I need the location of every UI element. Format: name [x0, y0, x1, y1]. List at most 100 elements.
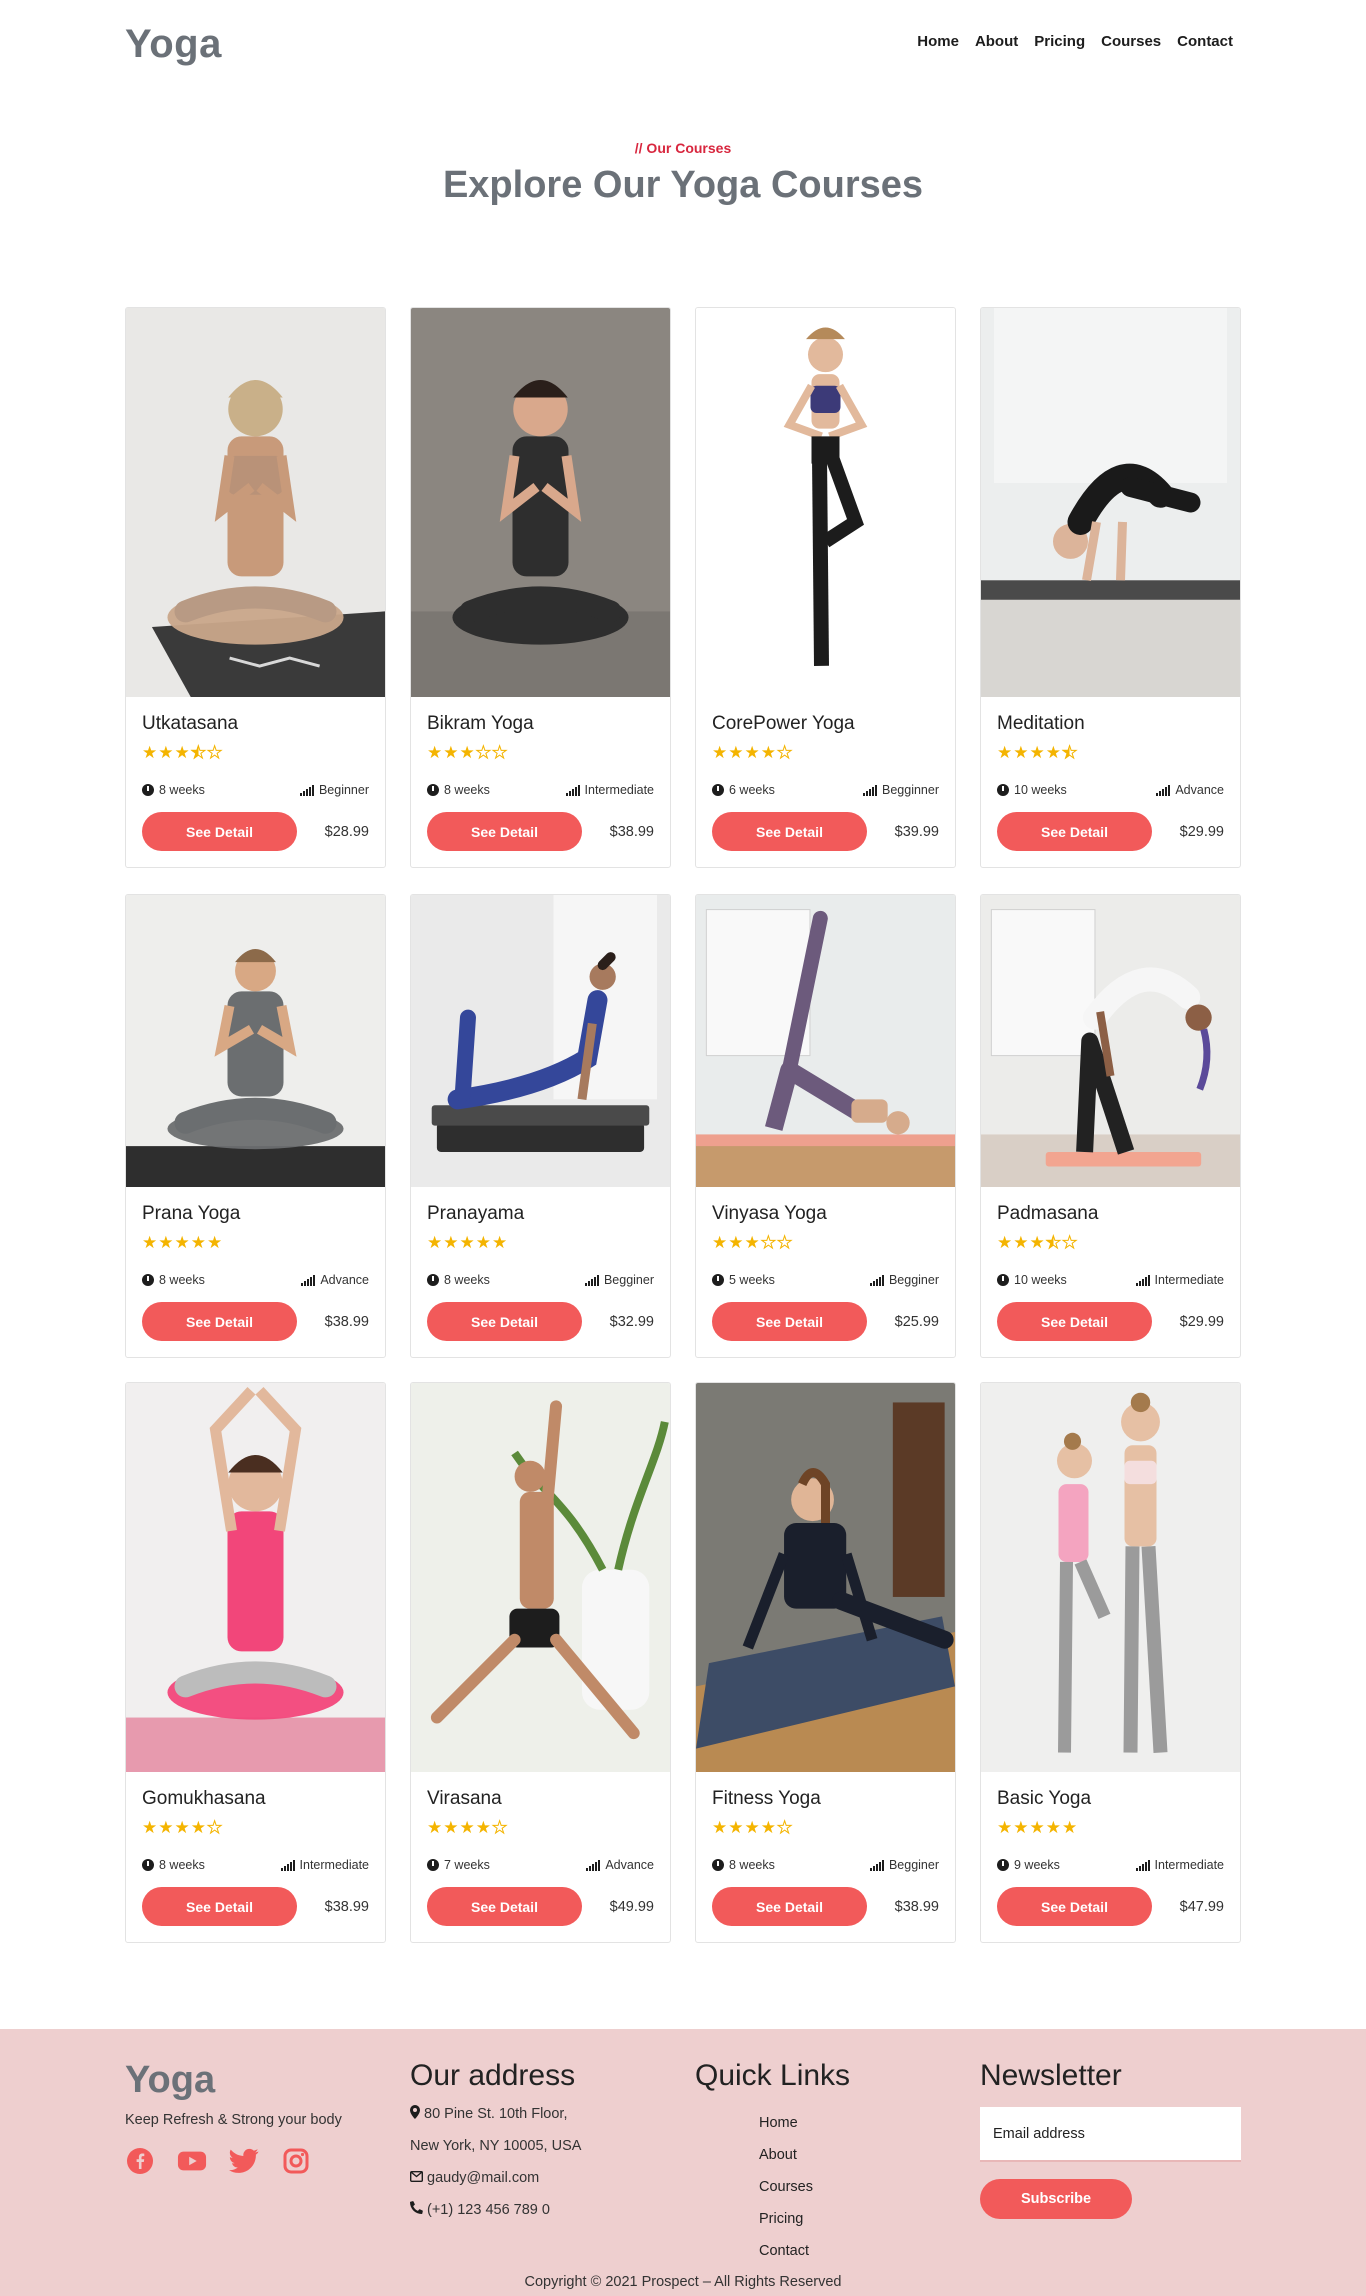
course-image[interactable]: [696, 1383, 955, 1772]
course-meta: 10 weeks Intermediate: [997, 1272, 1224, 1288]
course-level-text: Intermediate: [1154, 1273, 1224, 1287]
quick-link-home[interactable]: Home: [759, 2107, 850, 2139]
course-name[interactable]: Utkatasana: [142, 713, 369, 737]
course-image[interactable]: [126, 308, 385, 697]
course-name[interactable]: Prana Yoga: [142, 1203, 369, 1227]
course-image[interactable]: [411, 895, 670, 1187]
facebook-icon[interactable]: [125, 2146, 155, 2176]
quick-link-contact[interactable]: Contact: [759, 2235, 850, 2267]
course-duration: 10 weeks: [997, 1273, 1067, 1287]
footer-phone: (+1) 123 456 789 0: [409, 2198, 581, 2221]
course-meta: 7 weeks Advance: [427, 1857, 654, 1873]
star-full-icon: ★: [475, 1233, 491, 1252]
see-detail-button[interactable]: See Detail: [142, 1887, 297, 1926]
course-purchase-row: See Detail $49.99: [427, 1887, 654, 1926]
nav-link-home[interactable]: Home: [917, 33, 959, 50]
subscribe-button[interactable]: Subscribe: [980, 2179, 1132, 2219]
course-duration: 8 weeks: [142, 1858, 205, 1872]
course-name[interactable]: Padmasana: [997, 1203, 1224, 1227]
clock-icon: [712, 1859, 724, 1871]
course-image[interactable]: [696, 308, 955, 697]
see-detail-button[interactable]: See Detail: [712, 1887, 867, 1926]
see-detail-button[interactable]: See Detail: [712, 812, 867, 851]
nav-link-contact[interactable]: Contact: [1177, 33, 1233, 50]
course-level: Advance: [301, 1273, 369, 1287]
course-name[interactable]: CorePower Yoga: [712, 713, 939, 737]
star-full-icon: ★: [760, 743, 776, 762]
nav-link-pricing[interactable]: Pricing: [1034, 33, 1085, 50]
course-rating: ★ ★ ★ ★ ★: [427, 1818, 654, 1837]
youtube-icon[interactable]: [177, 2146, 207, 2176]
see-detail-button[interactable]: See Detail: [427, 1302, 582, 1341]
nav-link-courses[interactable]: Courses: [1101, 33, 1161, 50]
see-detail-button[interactable]: See Detail: [712, 1302, 867, 1341]
course-name[interactable]: Basic Yoga: [997, 1788, 1224, 1812]
star-full-icon: ★: [207, 1233, 223, 1252]
star-full-icon: ★: [443, 743, 459, 762]
star-full-icon: ★: [1013, 1818, 1029, 1837]
course-name[interactable]: Fitness Yoga: [712, 1788, 939, 1812]
instagram-icon[interactable]: [281, 2146, 311, 2176]
course-name[interactable]: Gomukhasana: [142, 1788, 369, 1812]
signal-bars-icon: [280, 1859, 295, 1871]
course-rating: ★ ★ ★ ★ ★: [427, 743, 654, 762]
footer-email-text[interactable]: gaudy@mail.com: [427, 2170, 539, 2186]
course-duration: 8 weeks: [712, 1858, 775, 1872]
course-rating: ★ ★ ★ ★ ★: [997, 1819, 1224, 1837]
course-price: $29.99: [1179, 823, 1224, 840]
brand-logo[interactable]: Yoga: [125, 22, 222, 67]
course-name[interactable]: Pranayama: [427, 1203, 654, 1227]
footer-newsletter-column: Newsletter Subscribe: [980, 2059, 1241, 2219]
star-full-icon: ★: [712, 743, 728, 762]
signal-bars-icon: [299, 784, 314, 796]
course-image[interactable]: [126, 1383, 385, 1772]
course-image[interactable]: [696, 895, 955, 1187]
course-price: $32.99: [609, 1313, 654, 1330]
course-image[interactable]: [981, 1383, 1240, 1772]
course-image[interactable]: [981, 308, 1240, 697]
quick-link-pricing[interactable]: Pricing: [759, 2203, 850, 2235]
course-grid: Utkatasana ★ ★ ★ ★ ★ 8 weeks Beginner See De…: [125, 307, 1241, 1943]
see-detail-button[interactable]: See Detail: [997, 812, 1152, 851]
star-full-icon: ★: [728, 743, 744, 762]
course-name[interactable]: Virasana: [427, 1788, 654, 1812]
see-detail-button[interactable]: See Detail: [142, 1302, 297, 1341]
course-name[interactable]: Bikram Yoga: [427, 713, 654, 737]
newsletter-email-input[interactable]: [980, 2107, 1241, 2162]
course-name[interactable]: Meditation: [997, 713, 1224, 737]
clock-icon: [427, 1859, 439, 1871]
clock-icon: [427, 1274, 439, 1286]
star-full-icon: ★: [427, 743, 443, 762]
course-image[interactable]: [411, 308, 670, 697]
star-full-icon: ★: [174, 1233, 190, 1252]
envelope-icon: [409, 2170, 424, 2186]
star-full-icon: ★: [190, 1233, 206, 1252]
star-empty-icon: ★: [491, 1818, 508, 1837]
course-image[interactable]: [981, 895, 1240, 1187]
footer-email: gaudy@mail.com: [409, 2166, 581, 2189]
course-image[interactable]: [411, 1383, 670, 1772]
star-full-icon: ★: [492, 1233, 508, 1252]
course-image[interactable]: [126, 895, 385, 1187]
see-detail-button[interactable]: See Detail: [142, 812, 297, 851]
course-card: Padmasana ★ ★ ★ ★ ★ 10 weeks Intermediate Se…: [980, 894, 1241, 1358]
course-duration: 6 weeks: [712, 783, 775, 797]
clock-icon: [142, 1859, 154, 1871]
course-card-body: Meditation ★ ★ ★ ★ ★ 10 weeks Advance See De…: [981, 697, 1240, 867]
see-detail-button[interactable]: See Detail: [427, 812, 582, 851]
nav-link-about[interactable]: About: [975, 33, 1018, 50]
clock-icon: [142, 1274, 154, 1286]
see-detail-button[interactable]: See Detail: [427, 1887, 582, 1926]
star-full-icon: ★: [142, 1233, 158, 1252]
course-card: CorePower Yoga ★ ★ ★ ★ ★ 6 weeks Begginner S…: [695, 307, 956, 868]
quick-link-about[interactable]: About: [759, 2139, 850, 2171]
twitter-icon[interactable]: [229, 2146, 259, 2176]
see-detail-button[interactable]: See Detail: [997, 1302, 1152, 1341]
course-name[interactable]: Vinyasa Yoga: [712, 1203, 939, 1227]
signal-bars-icon: [301, 1274, 316, 1286]
quick-link-courses[interactable]: Courses: [759, 2171, 850, 2203]
course-level-text: Begginner: [882, 783, 939, 797]
footer-phone-text[interactable]: (+1) 123 456 789 0: [427, 2202, 550, 2218]
signal-bars-icon: [586, 1859, 601, 1871]
see-detail-button[interactable]: See Detail: [997, 1887, 1152, 1926]
